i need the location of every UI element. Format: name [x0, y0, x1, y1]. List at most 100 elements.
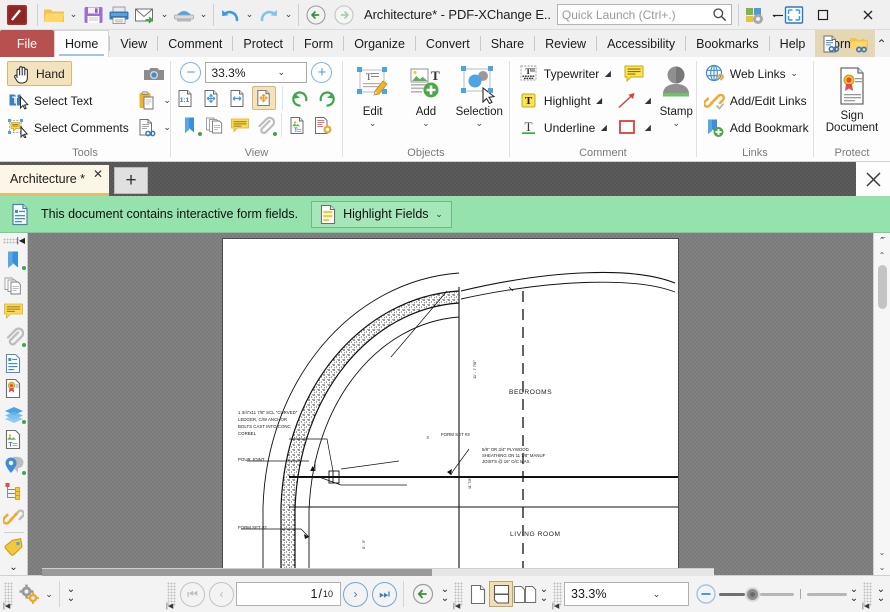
nav-model-tree[interactable] — [0, 478, 28, 504]
status-grip-left[interactable] — [3, 582, 13, 610]
scroll-down-button[interactable]: ⌄ — [874, 545, 890, 560]
status-grip-views[interactable] — [453, 582, 463, 610]
undo-button[interactable] — [217, 1, 243, 29]
prev-page-button[interactable]: ‹ — [207, 580, 236, 608]
stamp-dropdown[interactable]: ⌄ — [672, 119, 680, 128]
close-document-button[interactable] — [856, 162, 890, 196]
view-history-overflow[interactable]: ⌄ ⌄ — [438, 585, 452, 604]
collapse-ribbon-icon[interactable]: ⌃ — [875, 30, 888, 58]
scrollbar-thumb[interactable] — [877, 265, 887, 309]
nav-more-button[interactable]: ⌄ — [0, 560, 28, 575]
nav-links[interactable] — [0, 504, 28, 530]
selection-dropdown[interactable]: ⌄ — [475, 119, 483, 128]
document-tab-architecture[interactable]: Architecture * ✕ — [0, 165, 110, 196]
tab-convert[interactable]: Convert — [416, 30, 480, 57]
scroll-bottom-button[interactable]: ⌄ — [874, 560, 890, 575]
add-edit-links-button[interactable]: Add/Edit Links — [703, 87, 809, 114]
zoom-in-button[interactable]: + — [311, 62, 333, 83]
new-tab-button[interactable]: + — [114, 167, 149, 194]
tab-view[interactable]: View — [110, 30, 157, 57]
fit-width-button[interactable] — [226, 86, 250, 110]
chevron-down-icon[interactable]: ⌄ — [628, 589, 685, 600]
nav-thumbnails[interactable] — [0, 273, 28, 299]
close-tab-icon[interactable]: ✕ — [93, 167, 103, 181]
actual-size-button[interactable]: 1:1 — [174, 86, 198, 110]
drag-handle-dots[interactable] — [3, 238, 19, 244]
status-grip-pages[interactable] — [166, 582, 176, 610]
add-objects-button[interactable]: T Add ⌄ — [399, 62, 452, 128]
selection-button[interactable]: Selection ⌄ — [453, 62, 506, 128]
nav-attachments[interactable] — [0, 325, 28, 351]
open-file-button[interactable] — [41, 1, 67, 29]
rectangle-dropdown[interactable]: ◢ — [642, 123, 653, 132]
add-bookmark-button[interactable]: Add Bookmark — [703, 114, 809, 141]
open-file-dropdown[interactable]: ⌄ — [67, 1, 80, 29]
horizontal-scrollbar[interactable] — [42, 568, 714, 576]
page-number-input[interactable]: 1 / 10 — [236, 582, 341, 606]
next-page-button[interactable]: › — [341, 580, 370, 608]
email-dropdown[interactable]: ⌄ — [158, 1, 171, 29]
nav-fields[interactable] — [0, 350, 28, 376]
continuous-view-button[interactable] — [489, 581, 513, 607]
tab-protect[interactable]: Protect — [233, 30, 293, 57]
tab-bookmarks[interactable]: Bookmarks — [686, 30, 769, 57]
sticky-note-button[interactable] — [622, 60, 646, 87]
two-page-view-button[interactable] — [513, 581, 537, 607]
zoom-out-status-button[interactable] — [693, 580, 719, 608]
email-button[interactable] — [132, 1, 158, 29]
highlight-button[interactable]: T Highlight ◢ — [517, 87, 613, 114]
arrow-dropdown[interactable]: ◢ — [642, 96, 653, 105]
back-view-button[interactable] — [408, 580, 438, 608]
underline-dropdown[interactable]: ◢ — [598, 123, 609, 132]
nav-tags[interactable] — [0, 535, 28, 561]
single-page-view-button[interactable] — [465, 581, 489, 607]
snapshot-button[interactable] — [142, 60, 166, 87]
undo-dropdown[interactable]: ⌄ — [243, 1, 256, 29]
fit-page-button[interactable] — [200, 86, 224, 110]
highlight-fields-dropdown[interactable]: ⌄ — [434, 209, 445, 220]
find-text-icon[interactable] — [817, 30, 843, 58]
properties-button[interactable] — [311, 113, 335, 137]
zoom-slider[interactable] — [719, 586, 847, 602]
quick-launch-input[interactable]: Quick Launch (Ctrl+.) — [556, 4, 732, 25]
zoom-combo[interactable]: 33.3% ⌄ — [205, 62, 308, 83]
status-grip-zoom[interactable] — [552, 582, 562, 610]
zoom-overflow[interactable]: ⌄ ⌄ — [847, 585, 861, 604]
highlight-fields-button[interactable]: Highlight Fields ⌄ — [311, 200, 452, 228]
thumbnails-pane-button[interactable] — [203, 113, 227, 137]
bookmarks-pane-button[interactable] — [178, 113, 202, 137]
stamp-button[interactable]: Stamp ⌄ — [657, 60, 695, 128]
tab-organize[interactable]: Organize — [344, 30, 415, 57]
view-mode-overflow[interactable]: ⌄ ⌄ — [537, 585, 551, 604]
find-folder-icon[interactable] — [846, 30, 872, 58]
zoom-level-combo[interactable]: 33.3% ⌄ — [564, 582, 689, 606]
zoom-out-button[interactable]: − — [180, 62, 202, 83]
sign-document-button[interactable]: Sign Document — [817, 62, 887, 134]
nav-layers[interactable] — [0, 402, 28, 428]
document-viewport[interactable]: 1 3/4"x11 7/8" SCL "CURVED" LEDGER, C/W … — [28, 233, 873, 575]
web-links-button[interactable]: Web Links ⌄ — [703, 60, 809, 87]
attachments-pane-button[interactable] — [253, 113, 277, 137]
scan-button[interactable] — [171, 1, 197, 29]
tools-settings-button[interactable] — [15, 580, 43, 608]
scan-dropdown[interactable]: ⌄ — [197, 1, 210, 29]
comments-pane-button[interactable] — [228, 113, 252, 137]
first-page-button[interactable]: ⏮ — [178, 580, 207, 608]
tab-review[interactable]: Review — [535, 30, 596, 57]
save-button[interactable] — [80, 1, 106, 29]
rotate-right-button[interactable] — [315, 86, 339, 110]
back-button[interactable] — [302, 1, 330, 29]
nav-bookmarks[interactable] — [0, 248, 28, 274]
rectangle-annotation-button[interactable]: ◢ — [615, 114, 653, 141]
highlight-dropdown[interactable]: ◢ — [594, 96, 605, 105]
tools-dropdown[interactable]: ⌄ — [43, 589, 55, 600]
maximize-button[interactable] — [800, 0, 845, 30]
tab-accessibility[interactable]: Accessibility — [597, 30, 685, 57]
nav-content[interactable]: T — [0, 427, 28, 453]
hscrollbar-thumb[interactable] — [42, 569, 432, 576]
nav-signatures[interactable] — [0, 376, 28, 402]
last-page-button[interactable]: ⏭ — [370, 580, 399, 608]
tab-file[interactable]: File — [0, 30, 54, 57]
statusbar-overflow-right[interactable]: ⌄ ⌄ — [874, 585, 888, 604]
fit-visible-button[interactable] — [251, 86, 276, 110]
